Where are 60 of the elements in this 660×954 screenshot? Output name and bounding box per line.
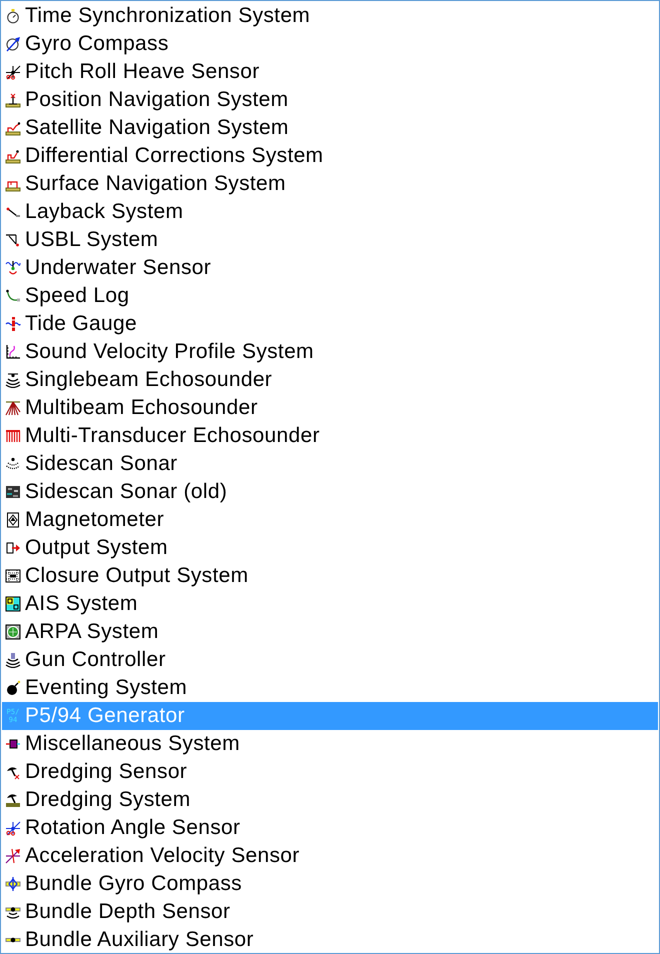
list-item[interactable]: Multi-Transducer Echosounder	[2, 422, 658, 450]
sonar-arcs-icon	[5, 372, 21, 388]
list-item[interactable]: Rotation Angle Sensor	[2, 814, 658, 842]
list-item[interactable]: Closure Output System	[2, 562, 658, 590]
list-item[interactable]: Tide Gauge	[2, 310, 658, 338]
list-item[interactable]: USBL System	[2, 226, 658, 254]
list-item[interactable]: Underwater Sensor	[2, 254, 658, 282]
list-item[interactable]: Magnetometer	[2, 506, 658, 534]
list-item[interactable]: Position Navigation System	[2, 86, 658, 114]
list-item[interactable]: Dredging System	[2, 786, 658, 814]
list-item[interactable]: Sound Velocity Profile System	[2, 338, 658, 366]
diamond-icon	[5, 512, 21, 528]
box-arrow-icon	[5, 540, 21, 556]
list-item[interactable]: Acceleration Velocity Sensor	[2, 842, 658, 870]
fan-icon	[5, 400, 21, 416]
list-item[interactable]: Output System	[2, 534, 658, 562]
list-item[interactable]: Sidescan Sonar	[2, 450, 658, 478]
list-item[interactable]: Differential Corrections System	[2, 142, 658, 170]
list-item[interactable]: Time Synchronization System	[2, 2, 658, 30]
ground-signal-icon	[5, 120, 21, 136]
tile-icon	[5, 596, 21, 612]
list-item[interactable]: ARPA System	[2, 618, 658, 646]
graph-icon	[5, 344, 21, 360]
list-item[interactable]: Gyro Compass	[2, 30, 658, 58]
bomb-icon	[5, 680, 21, 696]
axes-icon	[5, 820, 21, 836]
list-item[interactable]: Dredging Sensor	[2, 758, 658, 786]
radar-icon	[5, 624, 21, 640]
ground-signal-icon	[5, 148, 21, 164]
bar-diamond-icon	[5, 876, 21, 892]
arrows-icon	[5, 848, 21, 864]
tool-icon	[5, 792, 21, 808]
dotted-line-icon	[5, 232, 21, 248]
list-item[interactable]: AIS System	[2, 590, 658, 618]
list-item[interactable]: Layback System	[2, 198, 658, 226]
bars-icon	[5, 428, 21, 444]
list-item[interactable]: Singlebeam Echosounder	[2, 366, 658, 394]
grid-icon	[5, 568, 21, 584]
list-item[interactable]: Satellite Navigation System	[2, 114, 658, 142]
curve-icon	[5, 288, 21, 304]
list-item[interactable]: Miscellaneous System	[2, 730, 658, 758]
axes-icon	[5, 64, 21, 80]
list-item[interactable]: Sidescan Sonar (old)	[2, 478, 658, 506]
sensor-icon	[5, 260, 21, 276]
list-item[interactable]: Gun Controller	[2, 646, 658, 674]
gauge-icon	[5, 316, 21, 332]
list-item[interactable]: Bundle Depth Sensor	[2, 898, 658, 926]
stopwatch-icon	[5, 8, 21, 24]
list-item[interactable]: Eventing System	[2, 674, 658, 702]
list-item[interactable]: Speed Log	[2, 282, 658, 310]
list-item[interactable]: Bundle Auxiliary Sensor	[2, 926, 658, 953]
sonar-arcs-icon	[5, 456, 21, 472]
list-item[interactable]: Pitch Roll Heave Sensor	[2, 58, 658, 86]
list-item[interactable]: Multibeam Echosounder	[2, 394, 658, 422]
list-item[interactable]: Surface Navigation System	[2, 170, 658, 198]
ground-marker-icon	[5, 92, 21, 108]
circle-arrow-icon	[5, 36, 21, 52]
pattern-icon	[5, 484, 21, 500]
sonar-arcs-icon	[5, 652, 21, 668]
list-item[interactable]: Bundle Gyro Compass	[2, 870, 658, 898]
